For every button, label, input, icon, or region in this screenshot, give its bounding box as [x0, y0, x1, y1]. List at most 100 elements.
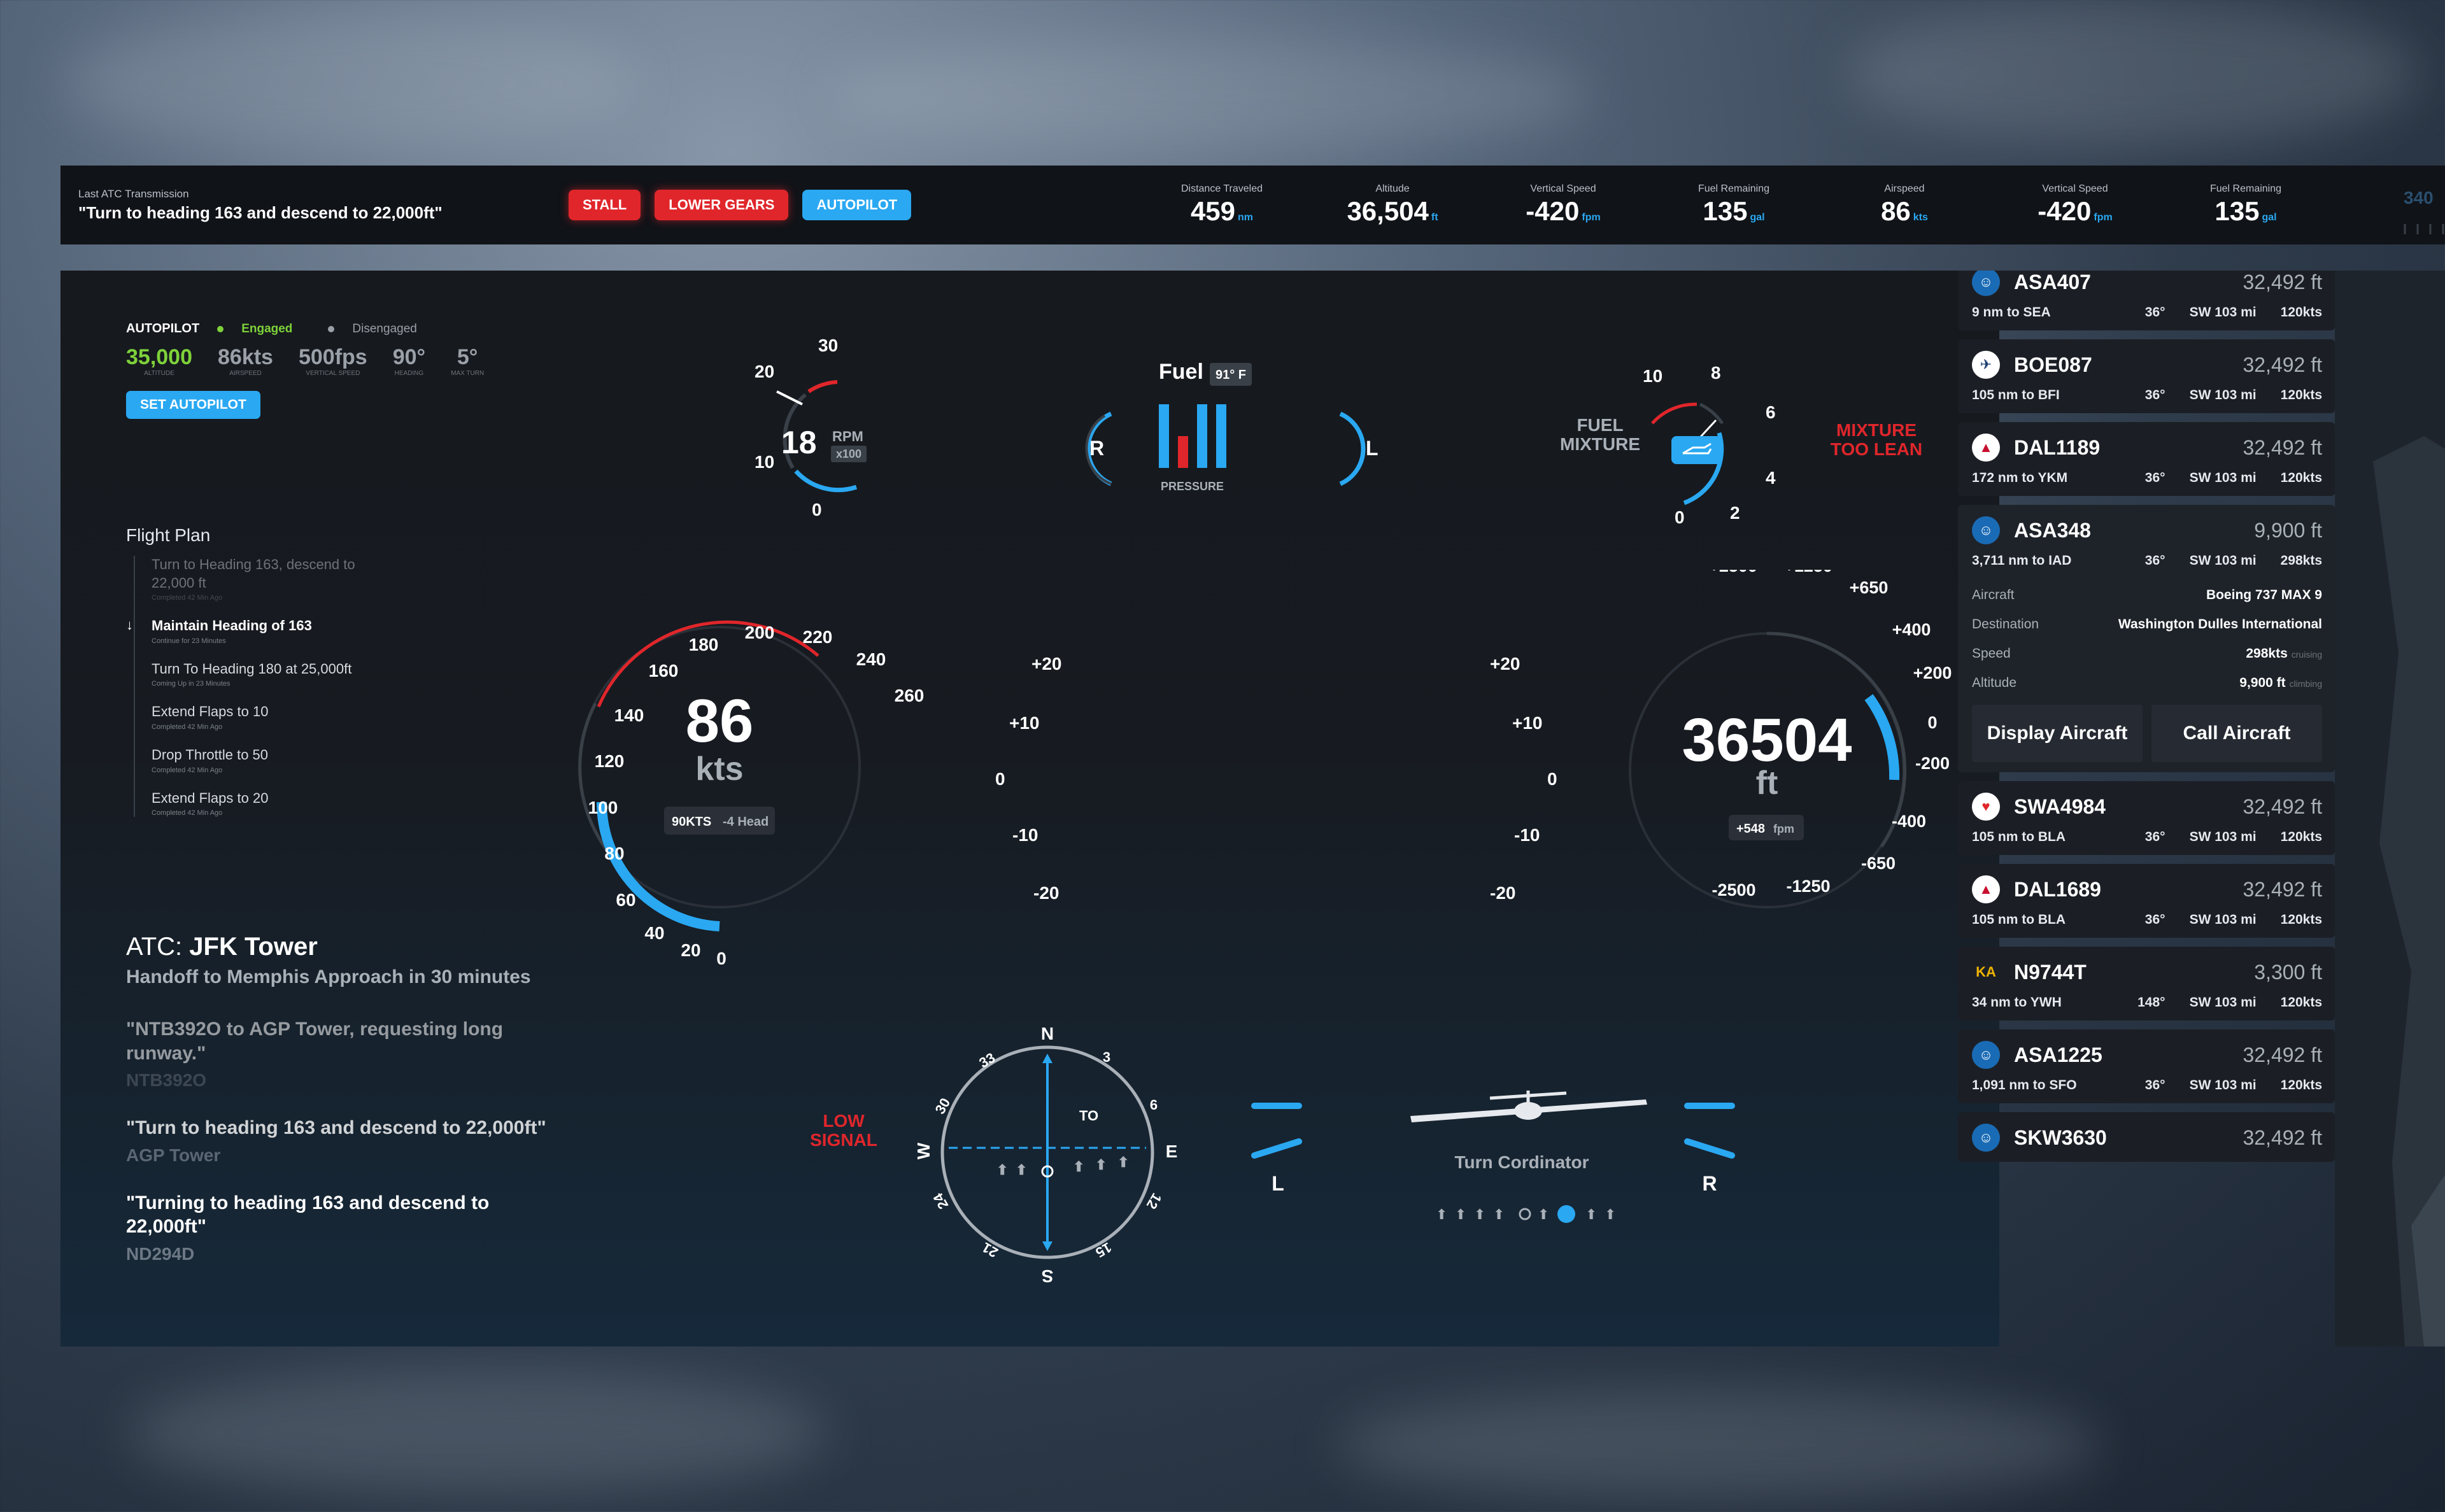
rpm-value: 18 [781, 425, 817, 460]
autopilot-title: AUTOPILOT [126, 321, 200, 336]
compass-tick: 6 [1150, 1097, 1158, 1113]
flight-plan-item[interactable]: Drop Throttle to 50 Completed 42 Min Ago [152, 746, 393, 774]
flight-plan-item[interactable]: Extend Flaps to 20 Completed 42 Min Ago [152, 789, 393, 817]
stall-alert-button[interactable]: STALL [569, 190, 641, 220]
low-signal-warning: SIGNAL [810, 1130, 877, 1150]
disengaged-status[interactable]: Disengaged [328, 322, 434, 336]
alaska-logo-icon: ☺ [1972, 1041, 2000, 1069]
altimeter-tick: -1250 [1786, 877, 1830, 896]
autopilot-altitude: 35,000 Altitude [126, 345, 192, 377]
flight-plan-item[interactable]: Turn to Heading 163, descend to 22,000 f… [152, 556, 393, 602]
mixture-tick: 2 [1730, 503, 1740, 523]
pitch-tick: +10 [1009, 713, 1040, 733]
altimeter-tick: -650 [1861, 854, 1896, 873]
flight-card[interactable]: ✈ BOE087 32,492 ft 105 nm to BFI 36° SW 103 … [1958, 339, 2335, 413]
altimeter-tick: +650 [1850, 578, 1889, 597]
mixture-label: MIXTURE [1560, 434, 1640, 454]
flight-card[interactable]: ▲ DAL1189 32,492 ft 172 nm to YKM 36° SW 103… [1958, 422, 2335, 496]
svg-text:⬆: ⬆ [1538, 1206, 1549, 1222]
autopilot-vertical-speed: 500fps Vertical Speed [298, 345, 367, 377]
nearby-flights-list[interactable]: ☺ ASA407 32,492 ft 9 nm to SEA 36° SW 103 mi… [1958, 271, 2335, 1346]
heading-tape: 340 300 [2404, 188, 2444, 234]
mixture-warning: TOO LEAN [1831, 439, 1922, 459]
flight-card[interactable]: ♥ SWA4984 32,492 ft 105 nm to BLA 36° SW 103… [1958, 781, 2335, 855]
pitch-tick: +20 [1490, 654, 1520, 674]
compass-south: S [1042, 1266, 1054, 1286]
atc-message: "NTB392O to AGP Tower, requesting long r… [126, 1019, 504, 1090]
flight-card[interactable]: ☺ ASA407 32,492 ft 9 nm to SEA 36° SW 103 mi… [1958, 271, 2335, 330]
turn-left-label: L [1272, 1172, 1284, 1195]
metric-distance: Distance Traveled 459 nm [1180, 183, 1263, 226]
airspeed-unit: kts [695, 751, 743, 788]
airspeed-tick: 180 [689, 635, 719, 654]
set-autopilot-button[interactable]: SET AUTOPILOT [126, 391, 260, 419]
flight-card-expanded[interactable]: ☺ ASA348 9,900 ft 3,711 nm to IAD 36° SW 103… [1958, 505, 2335, 772]
altimeter-tick: +200 [1913, 663, 1952, 682]
pitch-tick: +10 [1512, 713, 1543, 733]
pitch-tick: -20 [1033, 883, 1059, 903]
map-strip[interactable] [2335, 271, 2445, 1346]
mixture-tick: 10 [1643, 366, 1662, 386]
flight-card[interactable]: ☺ SKW3630 32,492 ft [1958, 1112, 2335, 1162]
rpm-unit: RPM [832, 428, 863, 444]
compass-tick: 15 [1093, 1239, 1114, 1261]
airspeed-badge: 90KTS [672, 815, 711, 829]
atc-heading: ATC: JFK Tower [126, 933, 318, 961]
metric-fuel-2: Fuel Remaining 135 gal [2209, 183, 2282, 226]
rpm-tick: 20 [755, 362, 774, 381]
airspeed-tick: 100 [588, 798, 618, 817]
instrument-panel: AUTOPILOT Engaged Disengaged 35,000 Altit… [60, 271, 1999, 1346]
airspeed-tick: 120 [595, 751, 625, 771]
mixture-tick: 6 [1766, 402, 1776, 422]
flight-plan-item[interactable]: Turn To Heading 180 at 25,000ft Coming Up… [152, 660, 393, 688]
pitch-tick: -20 [1490, 883, 1515, 903]
flight-card[interactable]: ☺ ASA1225 32,492 ft 1,091 nm to SFO 36° SW 1… [1958, 1029, 2335, 1103]
autopilot-alert-button[interactable]: AUTOPILOT [802, 190, 912, 220]
airspeed-tick: 80 [604, 844, 624, 863]
fuel-bar [1197, 404, 1207, 468]
flight-card[interactable]: ▲ DAL1689 32,492 ft 105 nm to BLA 36° SW 103… [1958, 864, 2335, 938]
compass-tick: 21 [979, 1239, 1001, 1261]
svg-text:⬆: ⬆ [1474, 1206, 1485, 1222]
display-aircraft-button[interactable]: Display Aircraft [1972, 705, 2143, 762]
airspeed-tick: 0 [716, 949, 726, 964]
fuel-temp: 91° F [1215, 368, 1246, 382]
airspeed-tick: 20 [681, 940, 700, 960]
flight-card[interactable]: KA N9744T 3,300 ft 34 nm to YWH 148° SW 103 … [1958, 947, 2335, 1021]
fuel-bar [1159, 404, 1169, 468]
lower-gears-alert-button[interactable]: LOWER GEARS [655, 190, 789, 220]
atc-section: ATC: JFK Tower Handoff to Memphis Approa… [126, 933, 546, 1264]
svg-text:⬆: ⬆ [1605, 1206, 1616, 1222]
delta-logo-icon: ▲ [1972, 434, 2000, 462]
altimeter: 36504 ft +548 fpm +2500 +1250 +650 +400 … [1629, 570, 1952, 908]
flight-plan-item-current[interactable]: ↓ Maintain Heading of 163 Continue for 23… [126, 617, 393, 645]
compass-north: N [1041, 1024, 1054, 1043]
compass-dot: ⬆ [996, 1162, 1008, 1178]
pitch-tick: -10 [1514, 825, 1540, 845]
airspeed-tick: 40 [644, 923, 664, 943]
low-signal-warning: LOW [823, 1111, 865, 1131]
svg-text:⬆: ⬆ [1117, 1154, 1129, 1170]
mixture-tick: 0 [1675, 507, 1685, 527]
airplane-icon [1410, 1091, 1647, 1122]
airline-logo-icon: KA [1976, 964, 1996, 980]
tape-label-340: 340 [2404, 188, 2434, 208]
last-atc-transmission: Last ATC Transmission "Turn to heading 1… [78, 188, 569, 223]
flight-plan-item[interactable]: Extend Flaps to 10 Completed 42 Min Ago [152, 703, 393, 731]
turn-label: Turn Cordinator [1454, 1152, 1589, 1172]
delta-logo-icon: ▲ [1972, 875, 2000, 903]
engaged-status[interactable]: Engaged [217, 322, 310, 336]
alaska-logo-icon: ☺ [1972, 516, 2000, 544]
airspeed-indicator: 86 kts 90KTS -4 Head 0 20 40 60 80 100 1… [578, 620, 924, 964]
metric-airspeed: Airspeed 86 kts [1881, 183, 1928, 226]
compass-to: TO [1079, 1108, 1098, 1124]
compass-tick: 24 [930, 1190, 951, 1212]
pitch-tick: 0 [995, 769, 1005, 789]
call-aircraft-button[interactable]: Call Aircraft [2151, 705, 2322, 762]
fuel-pressure-gauge: Fuel 91° F R L PRESSURE [1085, 360, 1378, 493]
metric-fuel: Fuel Remaining 135 gal [1697, 183, 1770, 226]
pitch-tick: -10 [1012, 825, 1038, 845]
turn-ball-icon [1557, 1205, 1575, 1223]
altimeter-tick: +400 [1892, 620, 1931, 639]
airline-logo-icon: ☺ [1972, 1124, 2000, 1152]
